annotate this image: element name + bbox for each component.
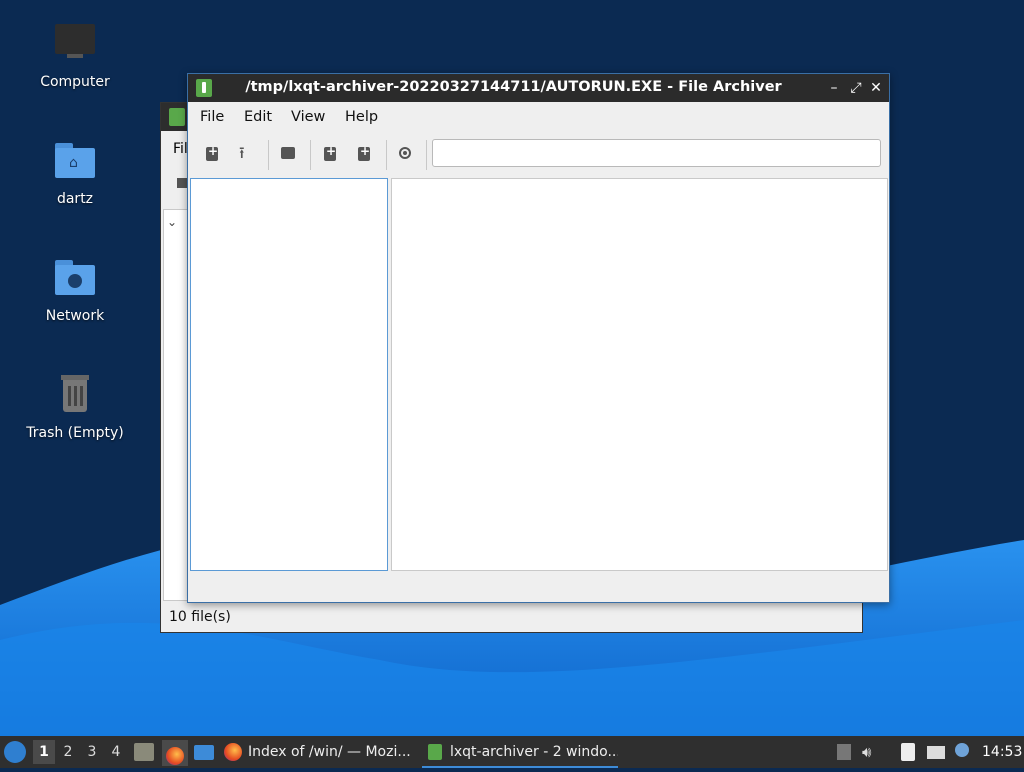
desktop-icon-label: Computer [40,74,110,90]
desktop-icon-network[interactable]: Network [15,256,135,324]
toolbar-separator [386,140,387,170]
task-label: Index of /win/ — Mozi... [248,744,411,760]
archiver-icon [169,108,185,126]
stop-icon [399,147,411,159]
chevron-down-icon[interactable]: ⌄ [167,215,177,229]
window-title: /tmp/lxqt-archiver-20220327144711/AUTORU… [245,79,782,95]
desktop-icon-label: Network [45,308,105,324]
desktop-icon-home[interactable]: ⌂ dartz [15,139,135,207]
firefox-icon [224,743,242,761]
folder-tree-pane[interactable] [163,209,189,601]
workspace-3[interactable]: 3 [81,740,103,764]
trash-icon [51,373,99,421]
location-field[interactable] [432,139,881,167]
archiver-icon [196,79,212,97]
menu-view[interactable]: View [291,109,325,125]
add-file-icon[interactable] [177,178,187,188]
maximize-button[interactable]: ⤢ [846,78,866,98]
notification-icon[interactable] [952,742,972,762]
clipboard-icon[interactable] [898,742,918,762]
desktop-icon-label: Trash (Empty) [26,425,124,441]
menu-file-partial[interactable]: Fil [173,141,188,157]
desktop-icon-trash[interactable]: Trash (Empty) [15,373,135,441]
toolbar-separator [310,140,311,170]
add-folder-button[interactable] [354,144,374,164]
menu-file[interactable]: File [200,109,224,125]
file-list-pane[interactable] [391,178,888,571]
add-folder-icon [358,144,370,161]
taskbar: 1 2 3 4 Index of /win/ — Mozi... lxqt-ar… [0,736,1024,768]
main-menu-icon[interactable] [4,741,26,763]
desktop-icon-computer[interactable]: Computer [15,22,135,90]
add-file-button[interactable] [320,144,340,164]
folder-tree-pane[interactable] [190,178,388,571]
firefox-icon [166,747,184,765]
new-file-icon [206,144,218,161]
status-file-count: 10 file(s) [169,609,231,625]
show-desktop-icon[interactable] [194,745,214,760]
task-firefox[interactable]: Index of /win/ — Mozi... [224,736,416,768]
archiver-window[interactable]: /tmp/lxqt-archiver-20220327144711/AUTORU… [187,73,890,603]
file-manager-icon[interactable] [134,743,154,761]
volume-icon[interactable]: 🔊︎ [862,742,882,762]
firefox-launcher[interactable] [162,740,188,766]
workspace-2[interactable]: 2 [57,740,79,764]
desktop: Computer ⌂ dartz Network Trash (Empty) F… [0,0,1024,736]
close-button[interactable]: ✕ [866,78,886,98]
menu-help[interactable]: Help [345,109,378,125]
extract-button[interactable] [278,144,298,164]
computer-icon [51,22,99,70]
window-titlebar[interactable]: /tmp/lxqt-archiver-20220327144711/AUTORU… [188,74,889,102]
archive-icon [281,147,295,159]
desktop-icon-label: dartz [56,191,94,207]
stop-button[interactable] [396,144,416,164]
home-folder-icon: ⌂ [51,139,99,187]
clock[interactable]: 14:53 [982,736,1022,768]
toolbar-separator [426,140,427,170]
workspace-4[interactable]: 4 [105,740,127,764]
network-status-icon[interactable] [926,742,946,762]
workspace-1[interactable]: 1 [33,740,55,764]
minimize-button[interactable]: – [824,78,844,98]
menubar: File Edit View Help [188,102,889,132]
new-archive-button[interactable] [202,144,222,164]
menu-edit[interactable]: Edit [244,109,272,125]
archiver-icon [428,744,442,760]
task-lxqt-archiver[interactable]: lxqt-archiver - 2 windo... [422,736,618,768]
network-folder-icon [51,256,99,304]
tray-arrow-icon[interactable] [835,742,855,762]
open-archive-button[interactable]: ⭱ [236,144,256,164]
add-file-icon [324,144,336,161]
upload-icon: ⭱ [239,143,245,162]
task-label: lxqt-archiver - 2 windo... [450,744,618,760]
toolbar-separator [268,140,269,170]
